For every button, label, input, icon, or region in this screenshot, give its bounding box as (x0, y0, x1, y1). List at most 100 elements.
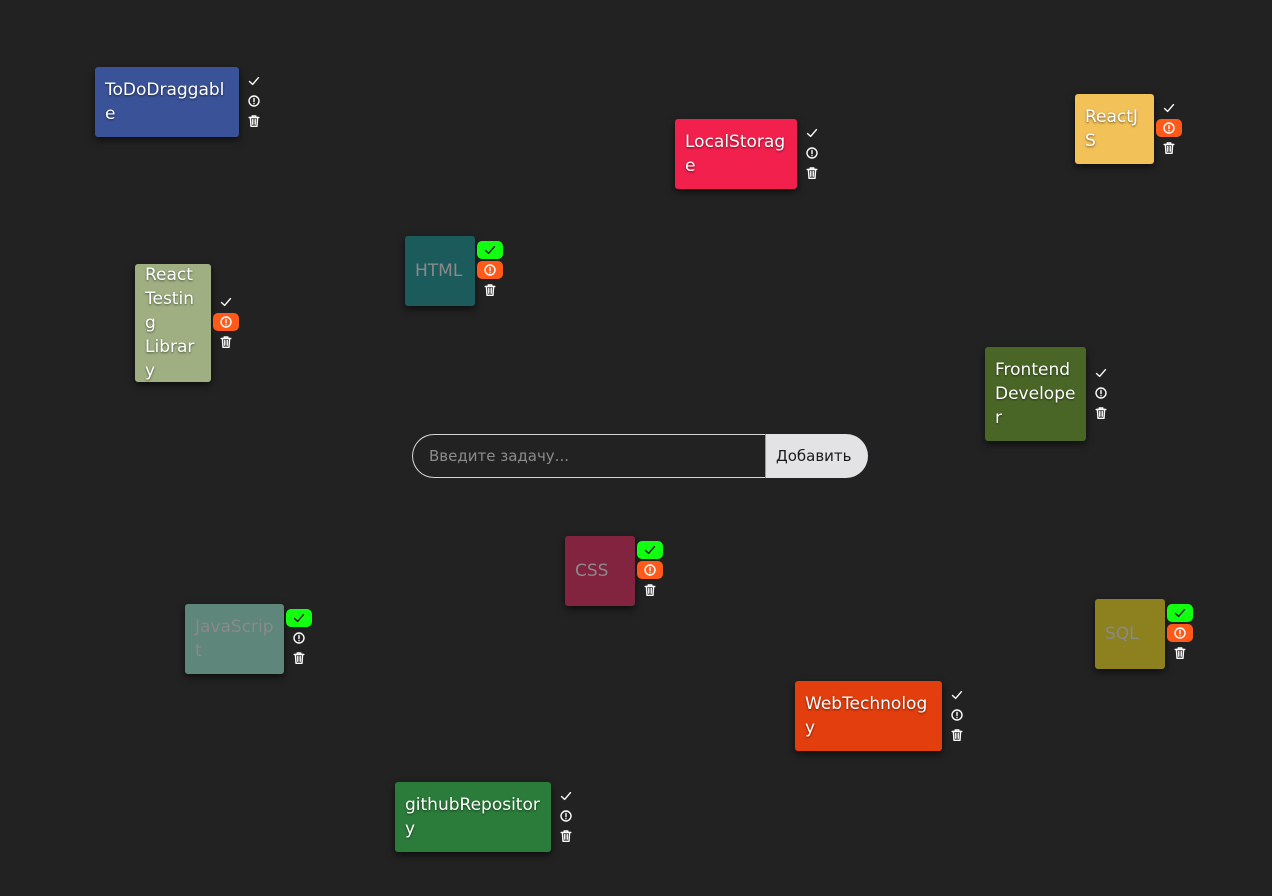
task-note: LocalStorage (675, 119, 825, 189)
task-card[interactable]: SQL (1095, 599, 1165, 669)
task-board: Добавить ToDoDraggable LocalStorage ReactJ… (0, 0, 1272, 896)
important-button[interactable] (1167, 624, 1193, 642)
alert-circle-icon (559, 809, 573, 823)
trash-icon (219, 335, 233, 349)
task-note: React Testing Library (135, 264, 239, 382)
done-button[interactable] (1156, 99, 1182, 117)
task-card[interactable]: React Testing Library (135, 264, 211, 382)
task-card[interactable]: Frontend Developer (985, 347, 1086, 441)
task-card[interactable]: ToDoDraggable (95, 67, 239, 137)
done-button[interactable] (553, 787, 579, 805)
important-button[interactable] (213, 313, 239, 331)
trash-icon (643, 583, 657, 597)
task-card[interactable]: LocalStorage (675, 119, 797, 189)
check-icon (805, 126, 819, 140)
important-button[interactable] (477, 261, 503, 279)
add-button[interactable]: Добавить (765, 434, 868, 478)
alert-circle-icon (219, 315, 233, 329)
task-card[interactable]: WebTechnology (795, 681, 942, 751)
delete-button[interactable] (637, 581, 663, 599)
check-icon (292, 611, 306, 625)
delete-button[interactable] (799, 164, 825, 182)
check-icon (950, 688, 964, 702)
check-icon (247, 74, 261, 88)
delete-button[interactable] (477, 281, 503, 299)
task-actions (1088, 364, 1114, 424)
important-button[interactable] (1156, 119, 1182, 137)
check-icon (1173, 606, 1187, 620)
task-actions (286, 609, 312, 669)
done-button[interactable] (799, 124, 825, 142)
task-card[interactable]: CSS (565, 536, 635, 606)
check-icon (1094, 366, 1108, 380)
important-button[interactable] (637, 561, 663, 579)
delete-button[interactable] (241, 112, 267, 130)
task-card[interactable]: JavaScript (185, 604, 284, 674)
task-note: HTML (405, 236, 503, 306)
task-note: ReactJS (1075, 94, 1182, 164)
task-actions (1167, 604, 1193, 664)
important-button[interactable] (241, 92, 267, 110)
check-icon (219, 295, 233, 309)
task-note: JavaScript (185, 604, 312, 674)
task-input[interactable] (412, 434, 765, 478)
important-button[interactable] (944, 706, 970, 724)
trash-icon (1173, 646, 1187, 660)
task-card[interactable]: githubRepository (395, 782, 551, 852)
task-note: SQL (1095, 599, 1193, 669)
delete-button[interactable] (1156, 139, 1182, 157)
alert-circle-icon (483, 263, 497, 277)
alert-circle-icon (1094, 386, 1108, 400)
task-actions (213, 293, 239, 353)
check-icon (643, 543, 657, 557)
check-icon (483, 243, 497, 257)
task-card[interactable]: ReactJS (1075, 94, 1154, 164)
trash-icon (292, 651, 306, 665)
task-note: githubRepository (395, 782, 579, 852)
task-actions (637, 541, 663, 601)
done-button[interactable] (213, 293, 239, 311)
alert-circle-icon (292, 631, 306, 645)
task-actions (944, 686, 970, 746)
task-note: Frontend Developer (985, 347, 1114, 441)
delete-button[interactable] (286, 649, 312, 667)
check-icon (1162, 101, 1176, 115)
done-button[interactable] (241, 72, 267, 90)
task-actions (1156, 99, 1182, 159)
trash-icon (950, 728, 964, 742)
trash-icon (559, 829, 573, 843)
delete-button[interactable] (1088, 404, 1114, 422)
task-actions (553, 787, 579, 847)
done-button[interactable] (944, 686, 970, 704)
delete-button[interactable] (944, 726, 970, 744)
add-task-form: Добавить (412, 434, 868, 478)
task-actions (799, 124, 825, 184)
task-card[interactable]: HTML (405, 236, 475, 306)
delete-button[interactable] (213, 333, 239, 351)
check-icon (559, 789, 573, 803)
done-button[interactable] (286, 609, 312, 627)
important-button[interactable] (553, 807, 579, 825)
trash-icon (1094, 406, 1108, 420)
important-button[interactable] (799, 144, 825, 162)
done-button[interactable] (1088, 364, 1114, 382)
delete-button[interactable] (1167, 644, 1193, 662)
task-note: WebTechnology (795, 681, 970, 751)
task-note: CSS (565, 536, 663, 606)
alert-circle-icon (1162, 121, 1176, 135)
trash-icon (483, 283, 497, 297)
alert-circle-icon (805, 146, 819, 160)
done-button[interactable] (637, 541, 663, 559)
trash-icon (247, 114, 261, 128)
important-button[interactable] (1088, 384, 1114, 402)
alert-circle-icon (950, 708, 964, 722)
trash-icon (1162, 141, 1176, 155)
done-button[interactable] (477, 241, 503, 259)
important-button[interactable] (286, 629, 312, 647)
alert-circle-icon (643, 563, 657, 577)
task-actions (241, 72, 267, 132)
done-button[interactable] (1167, 604, 1193, 622)
delete-button[interactable] (553, 827, 579, 845)
task-note: ToDoDraggable (95, 67, 267, 137)
alert-circle-icon (1173, 626, 1187, 640)
